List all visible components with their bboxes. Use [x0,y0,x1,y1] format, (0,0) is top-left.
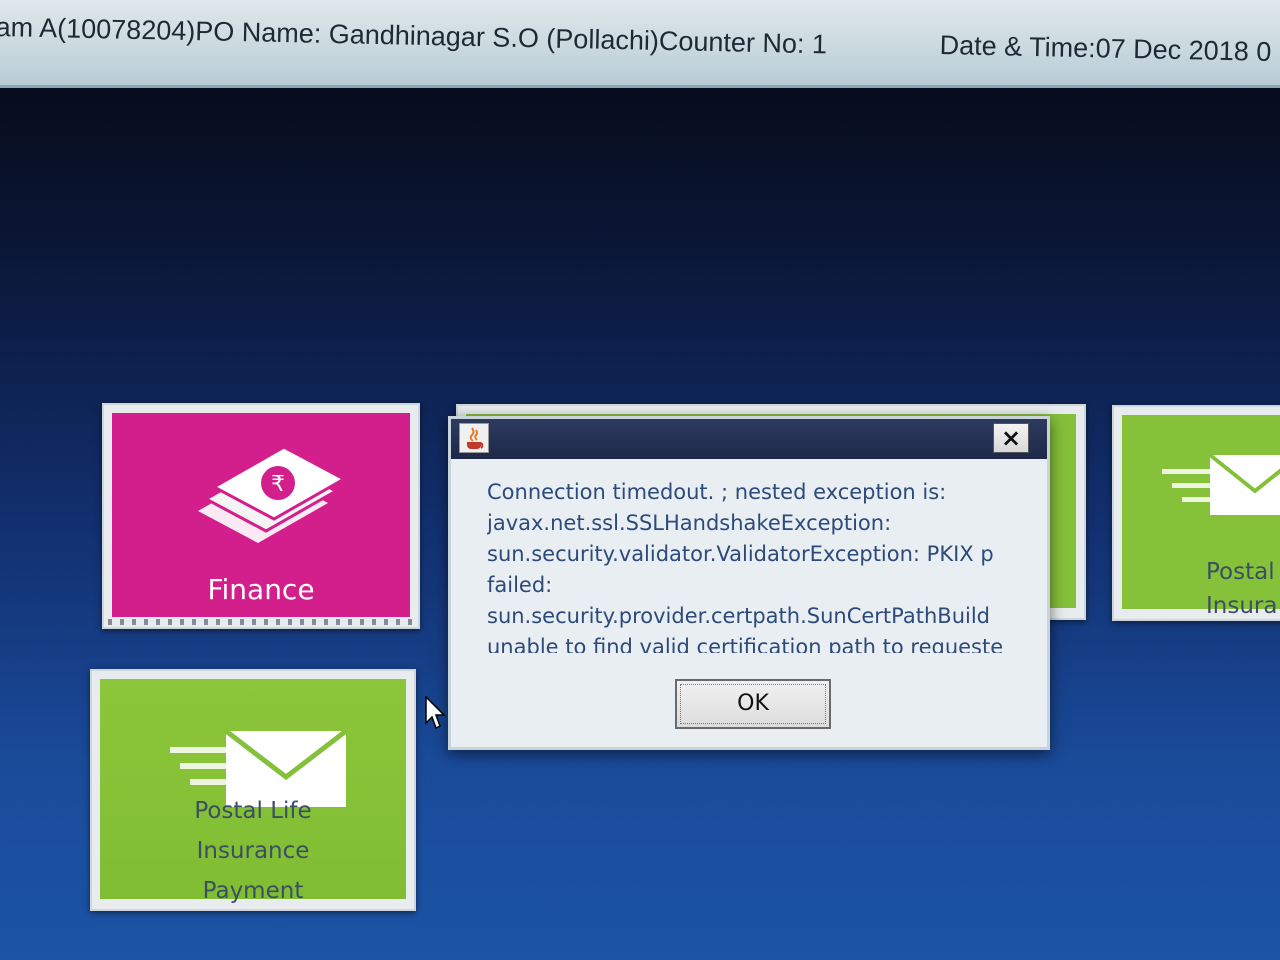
message-line: failed: [487,573,553,597]
pli-payment-tile[interactable]: Postal Life Insurance Payment [90,669,416,911]
svg-text:₹: ₹ [271,472,285,497]
message-line: sun.security.provider.certpath.SunCertPa… [487,604,991,628]
pli-label-line-3: Payment [202,878,304,904]
message-line: Connection timedout. ; nested exception … [487,480,947,504]
finance-label: Finance [207,573,315,606]
error-dialog: × Connection timedout. ; nested exceptio… [448,416,1050,750]
pli-tile-face: Postal Life Insurance Payment [100,679,406,904]
money-icon: ₹ [198,445,348,543]
postal-insurance-tile[interactable]: Postal Insura [1112,405,1280,621]
finance-tile-face: ₹ Finance [112,413,410,617]
pli-label: Postal Life Insurance Payment [100,791,406,911]
java-icon [459,423,489,453]
dialog-message: Connection timedout. ; nested exception … [487,477,1027,653]
ok-button[interactable]: OK [675,679,831,729]
header-datetime: Date & Time:07 Dec 2018 0 [939,30,1272,67]
app-header: am A(10078204)PO Name: Gandhinagar S.O (… [0,0,1280,88]
postal-insurance-label-line-2: Insura [1206,593,1278,619]
finance-tile[interactable]: ₹ Finance [102,403,420,629]
postal-insurance-tile-face: Postal Insura [1122,415,1280,619]
pli-label-line-1: Postal Life [194,798,312,824]
message-line: unable to find valid certification path … [487,635,1004,653]
envelope-icon [1162,453,1280,515]
dialog-titlebar[interactable]: × [451,419,1047,459]
tile-perforation [108,619,414,625]
header-title: am A(10078204)PO Name: Gandhinagar S.O (… [0,12,828,60]
message-line: sun.security.validator.ValidatorExceptio… [487,542,994,566]
postal-insurance-label-line-1: Postal [1206,559,1275,585]
mouse-cursor-icon [425,696,446,730]
postal-insurance-label: Postal Insura [1206,555,1280,623]
message-line: javax.net.ssl.SSLHandshakeException: [487,511,892,535]
close-button[interactable]: × [993,423,1029,453]
pli-label-line-2: Insurance [196,838,310,864]
